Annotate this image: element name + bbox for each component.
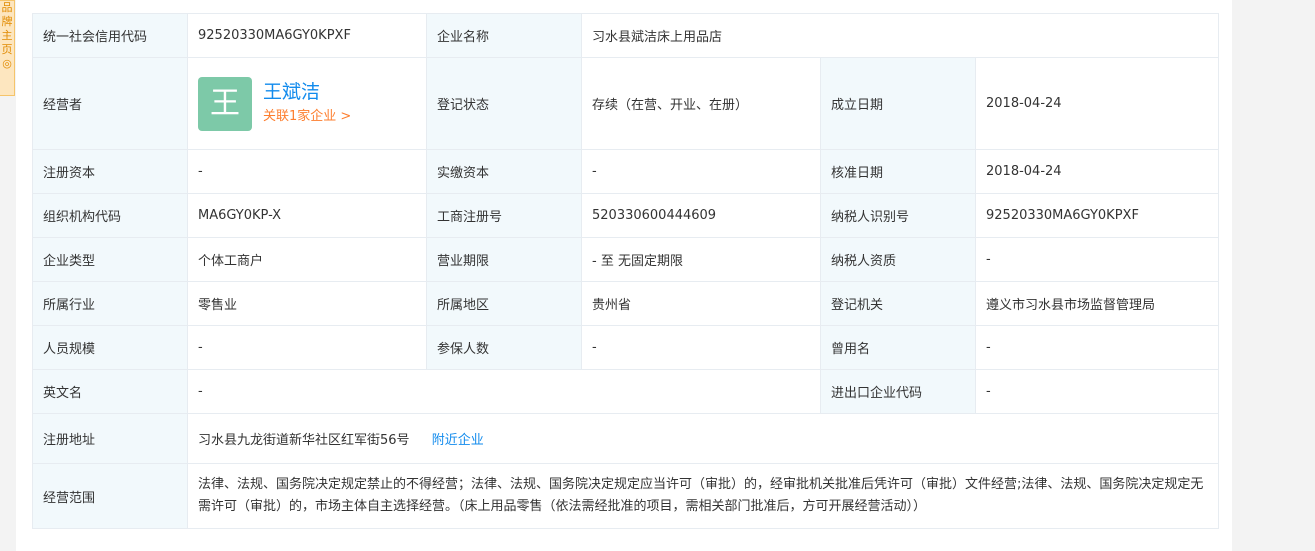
- founded-date-value: 2018-04-24: [974, 57, 1220, 150]
- biz-term-value: - 至 无固定期限: [581, 237, 821, 282]
- english-name-value: -: [187, 369, 821, 414]
- scope-label: 经营范围: [32, 463, 188, 529]
- table-row: 注册地址 习水县九龙街道新华社区红军街56号 附近企业: [32, 413, 1220, 464]
- table-row: 组织机构代码 MA6GY0KP-X 工商注册号 520330600444609 …: [32, 193, 1220, 238]
- reg-authority-value: 遵义市习水县市场监督管理局: [974, 281, 1220, 326]
- credit-code-value: 92520330MA6GY0KPXF: [187, 13, 427, 58]
- company-type-value: 个体工商户: [187, 237, 427, 282]
- taxpayer-qual-value: -: [974, 237, 1220, 282]
- paid-capital-value: -: [581, 149, 821, 194]
- address-label: 注册地址: [32, 413, 188, 464]
- side-tab-icon: ◎: [2, 57, 12, 70]
- paid-capital-label: 实缴资本: [426, 149, 582, 194]
- operator-text: 王斌洁 关联1家企业 >: [263, 80, 351, 127]
- founded-date-label: 成立日期: [820, 57, 976, 150]
- industry-label: 所属行业: [32, 281, 188, 326]
- insured-value: -: [581, 325, 821, 370]
- industry-value: 零售业: [187, 281, 427, 326]
- reg-capital-value: -: [187, 149, 427, 194]
- import-export-value: -: [974, 369, 1220, 414]
- taxpayer-id-value: 92520330MA6GY0KPXF: [974, 193, 1220, 238]
- business-scope-value: 法律、法规、国务院决定规定禁止的不得经营；法律、法规、国务院决定规定应当许可（审…: [186, 463, 1220, 529]
- related-companies-link[interactable]: 关联1家企业 >: [263, 107, 351, 127]
- reg-status-label: 登记状态: [426, 57, 582, 150]
- company-name-label: 企业名称: [426, 13, 582, 58]
- table-row: 企业类型 个体工商户 营业期限 - 至 无固定期限 纳税人资质 -: [32, 237, 1220, 282]
- nearby-companies-link[interactable]: 附近企业: [432, 433, 484, 448]
- biz-reg-no-label: 工商注册号: [426, 193, 582, 238]
- region-value: 贵州省: [581, 281, 821, 326]
- approval-date-value: 2018-04-24: [974, 149, 1220, 194]
- reg-status-value: 存续（在营、开业、在册）: [581, 57, 821, 150]
- table-row: 统一社会信用代码 92520330MA6GY0KPXF 企业名称 习水县斌洁床上…: [32, 13, 1220, 58]
- former-name-label: 曾用名: [820, 325, 976, 370]
- org-code-label: 组织机构代码: [32, 193, 188, 238]
- biz-reg-no-value: 520330600444609: [581, 193, 821, 238]
- biz-term-label: 营业期限: [426, 237, 582, 282]
- table-row: 注册资本 - 实缴资本 - 核准日期 2018-04-24: [32, 149, 1220, 194]
- operator-name-link[interactable]: 王斌洁: [263, 80, 351, 104]
- operator-block: 王 王斌洁 关联1家企业 >: [198, 76, 416, 131]
- side-tab-char: 品: [1, 1, 13, 14]
- operator-cell: 王 王斌洁 关联1家企业 >: [187, 57, 427, 150]
- address-value: 习水县九龙街道新华社区红军街56号: [198, 433, 410, 448]
- credit-code-label: 统一社会信用代码: [32, 13, 188, 58]
- avatar[interactable]: 王: [198, 76, 252, 131]
- side-tab-char: 页: [1, 43, 13, 56]
- table-row: 经营范围 法律、法规、国务院决定规定禁止的不得经营；法律、法规、国务院决定规定应…: [32, 463, 1220, 529]
- table-row: 英文名 - 进出口企业代码 -: [32, 369, 1220, 414]
- table-row: 经营者 王 王斌洁 关联1家企业 > 登记状态 存续（在营、开业、在册） 成立日…: [32, 57, 1220, 150]
- brand-homepage-tab[interactable]: 品 牌 主 页 ◎: [0, 0, 15, 96]
- import-export-label: 进出口企业代码: [820, 369, 976, 414]
- side-tab-char: 主: [1, 29, 13, 42]
- table-row: 人员规模 - 参保人数 - 曾用名 -: [32, 325, 1220, 370]
- address-cell: 习水县九龙街道新华社区红军街56号 附近企业: [186, 413, 1220, 464]
- business-info-table: 统一社会信用代码 92520330MA6GY0KPXF 企业名称 习水县斌洁床上…: [32, 13, 1220, 529]
- former-name-value: -: [974, 325, 1220, 370]
- reg-capital-label: 注册资本: [32, 149, 188, 194]
- org-code-value: MA6GY0KP-X: [187, 193, 427, 238]
- side-tab-char: 牌: [1, 15, 13, 28]
- reg-authority-label: 登记机关: [820, 281, 976, 326]
- operator-label: 经营者: [32, 57, 188, 150]
- right-gutter: [1232, 0, 1315, 551]
- company-name-value: 习水县斌洁床上用品店: [580, 13, 1220, 58]
- approval-date-label: 核准日期: [820, 149, 976, 194]
- insured-label: 参保人数: [426, 325, 582, 370]
- region-label: 所属地区: [426, 281, 582, 326]
- staff-size-value: -: [187, 325, 427, 370]
- staff-size-label: 人员规模: [32, 325, 188, 370]
- table-row: 所属行业 零售业 所属地区 贵州省 登记机关 遵义市习水县市场监督管理局: [32, 281, 1220, 326]
- taxpayer-id-label: 纳税人识别号: [820, 193, 976, 238]
- company-type-label: 企业类型: [32, 237, 188, 282]
- taxpayer-qual-label: 纳税人资质: [820, 237, 976, 282]
- english-name-label: 英文名: [32, 369, 188, 414]
